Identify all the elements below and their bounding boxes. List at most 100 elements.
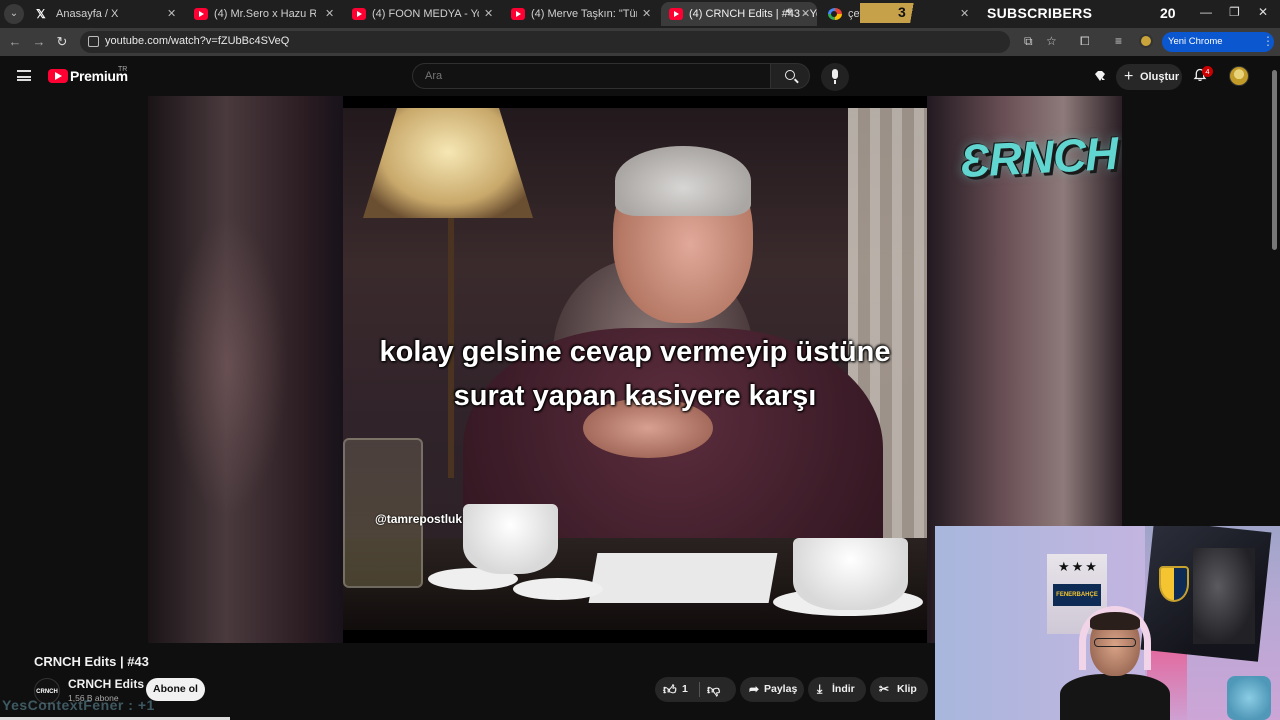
search-button[interactable] <box>770 63 810 89</box>
video-frame[interactable]: kolay gelsine cevap vermeyip üstüne sura… <box>343 108 927 630</box>
teacup <box>793 538 908 610</box>
cast-icon[interactable]: ⧉ <box>1024 34 1033 49</box>
webcam-fenerbahce-badge: FENERBAHÇE <box>1053 584 1101 606</box>
region-code: TR <box>118 66 128 73</box>
video-watermark: @tamrepostluk <box>375 512 463 526</box>
widget-stripe: 3 <box>860 3 928 23</box>
back-arrow-icon[interactable]: ← <box>6 33 24 51</box>
subscriber-goal-widget: 3 SUBSCRIBERS 20 <box>860 3 1180 23</box>
minimize-icon[interactable]: — <box>1200 5 1212 19</box>
papers <box>588 553 778 603</box>
webcam-person-shirt <box>1060 674 1170 720</box>
webcam-person-hair <box>1090 612 1140 630</box>
tab-title: (4) Merve Taşkın: "Türkiye'nin B <box>531 8 637 20</box>
youtube-icon <box>194 8 208 20</box>
search-input[interactable] <box>413 64 770 88</box>
search-icon <box>785 70 795 80</box>
webcam-club-shield <box>1159 566 1189 602</box>
download-icon: ⤓ <box>817 682 823 696</box>
more-menu-icon[interactable]: ⋮ <box>1262 34 1274 48</box>
video-caption: kolay gelsine cevap vermeyip üstüne sura… <box>343 330 927 418</box>
tab-search-chevron-icon[interactable]: ⌄ <box>4 4 24 24</box>
widget-label: SUBSCRIBERS <box>987 5 1093 21</box>
forward-arrow-icon[interactable]: → <box>30 33 48 51</box>
tab-close-icon[interactable]: ✕ <box>960 7 969 20</box>
voice-search-mic-icon[interactable] <box>821 63 849 91</box>
youtube-logo-icon[interactable] <box>48 69 68 83</box>
tab-crnch-edits[interactable]: (4) CRNCH Edits | #43 - You <box>661 2 817 26</box>
hamburger-menu-icon[interactable] <box>17 70 31 81</box>
plus-icon: + <box>1124 68 1134 85</box>
tab-title: (4) FOON MEDYA - YouTube <box>372 8 479 20</box>
chrome-update-button[interactable]: Yeni Chrome kullanılabilir <box>1162 32 1274 67</box>
teacup <box>463 504 558 574</box>
caption-line-2: surat yapan kasiyere karşı <box>453 380 817 412</box>
site-info-icon[interactable] <box>88 36 99 47</box>
url-text[interactable]: youtube.com/watch?v=fZUbBc4SVeQ <box>105 35 289 47</box>
notification-count-badge: 4 <box>1202 66 1213 77</box>
google-icon <box>828 8 842 20</box>
tab-close-icon[interactable]: ✕ <box>325 7 334 20</box>
window-close-icon[interactable]: ✕ <box>1258 5 1268 19</box>
widget-count: 20 <box>1160 5 1176 21</box>
premium-diamond-icon[interactable] <box>1093 69 1107 83</box>
caption-line-1: kolay gelsine cevap vermeyip üstüne <box>379 336 891 368</box>
ambient-backdrop-left <box>148 96 343 643</box>
share-label: Paylaş <box>764 683 798 695</box>
create-button[interactable]: + Oluştur <box>1116 64 1182 90</box>
tab-close-icon[interactable]: ✕ <box>167 7 176 20</box>
video-title: CRNCH Edits | #43 <box>34 654 149 669</box>
youtube-icon <box>352 8 366 20</box>
tab-close-icon[interactable]: ✕ <box>801 7 810 20</box>
tab-foon-medya[interactable]: (4) FOON MEDYA - YouTube <box>344 2 479 26</box>
scrollbar-thumb[interactable] <box>1272 70 1277 250</box>
thumbs-down-icon[interactable]: 👎︎ <box>707 677 720 702</box>
crnch-overlay-logo: ƐRNCH <box>958 126 1119 188</box>
webcam-overlay: ★★★ FENERBAHÇE <box>935 526 1280 720</box>
widget-stripe-number: 3 <box>898 4 906 20</box>
search-box[interactable] <box>412 63 770 89</box>
account-avatar[interactable] <box>1229 66 1249 86</box>
address-bar[interactable]: youtube.com/watch?v=fZUbBc4SVeQ <box>80 31 1010 53</box>
reading-list-icon[interactable]: ≡ <box>1115 34 1122 48</box>
browser-tab-strip: ⌄ 𝕏 Anasayfa / X ✕ (4) Mr.Sero x Hazu Ro… <box>0 0 1280 28</box>
tab-title: Anasayfa / X <box>56 8 119 20</box>
like-count[interactable]: 1 <box>682 677 688 702</box>
stream-overlay-text: YesContextFener : +1 <box>2 697 155 713</box>
like-divider <box>699 682 700 697</box>
tab-mr-sero[interactable]: (4) Mr.Sero x Hazu Romaniei - ( <box>186 2 316 26</box>
restore-icon[interactable]: ❐ <box>1229 5 1240 19</box>
like-dislike-group: 👍︎ 1 👎︎ <box>655 677 736 702</box>
lamp-shade <box>363 108 533 218</box>
tab-title: (4) Mr.Sero x Hazu Romaniei - ( <box>214 8 316 20</box>
thumbs-up-icon[interactable]: 👍︎ <box>663 677 677 702</box>
profile-avatar-icon[interactable] <box>1139 34 1153 48</box>
share-arrow-icon: ➦ <box>749 682 760 696</box>
tab-close-icon[interactable]: ✕ <box>484 7 493 20</box>
extensions-icon[interactable]: ⧠ <box>1080 34 1090 49</box>
reload-icon[interactable]: ↻ <box>53 33 71 51</box>
webcam-stars: ★★★ <box>1058 559 1099 574</box>
webcam-poster-faces <box>1193 548 1255 644</box>
tab-close-icon[interactable]: ✕ <box>642 7 651 20</box>
youtube-header: Premium TR + Oluştur 4 <box>0 56 1280 96</box>
scissors-icon: ✂ <box>879 682 890 696</box>
youtube-icon <box>669 8 683 20</box>
youtube-icon <box>511 8 525 20</box>
browser-toolbar: ← → ↻ youtube.com/watch?v=fZUbBc4SVeQ ⧉ … <box>0 28 1280 67</box>
download-label: İndir <box>832 683 855 695</box>
tab-merve-taskin[interactable]: (4) Merve Taşkın: "Türkiye'nin B <box>503 2 637 26</box>
clip-button[interactable]: ✂ Klip <box>870 677 928 702</box>
download-button[interactable]: ⤓ İndir <box>808 677 866 702</box>
tab-x-home[interactable]: 𝕏 Anasayfa / X <box>28 2 180 26</box>
channel-name[interactable]: CRNCH Edits <box>68 677 144 691</box>
subscribe-button[interactable]: Abone ol <box>146 678 205 701</box>
share-button[interactable]: ➦ Paylaş <box>740 677 804 702</box>
create-label: Oluştur <box>1140 71 1180 83</box>
saucer <box>513 578 603 600</box>
webcam-mic <box>1227 676 1271 720</box>
clip-label: Klip <box>897 683 917 695</box>
tab-audio-icon[interactable]: 🔊︎ <box>786 6 792 17</box>
webcam-glasses <box>1094 638 1136 647</box>
bookmark-star-icon[interactable]: ☆ <box>1046 34 1057 48</box>
